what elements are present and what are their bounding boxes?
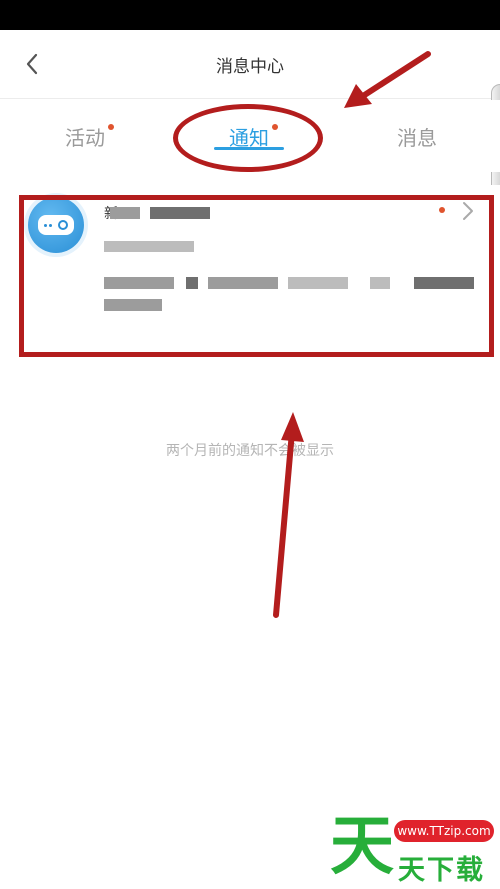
tab-activity[interactable]: 活动 xyxy=(30,100,140,172)
watermark-url: www.TTzip.com xyxy=(394,820,494,842)
tab-messages[interactable]: 消息 xyxy=(362,100,472,172)
empty-history-hint: 两个月前的通知不会被显示 xyxy=(166,443,334,459)
nav-bar: 消息中心 xyxy=(0,30,500,99)
tab-messages-label: 消息 xyxy=(397,125,437,150)
annotation-rectangle xyxy=(19,195,494,357)
tab-activity-unread-dot xyxy=(108,123,114,130)
tab-activity-label: 活动 xyxy=(65,122,114,151)
page-title: 消息中心 xyxy=(216,57,284,77)
message-center-screen: 消息中心 活动 通知 消息 新 xyxy=(0,0,500,889)
watermark-text: 天下载 xyxy=(398,855,485,886)
annotation-circle xyxy=(173,104,323,172)
watermark-big-char: 天 xyxy=(330,810,394,884)
status-bar xyxy=(0,0,500,30)
watermark-logo: 天 www.TTzip.com 天下载 xyxy=(326,812,500,889)
